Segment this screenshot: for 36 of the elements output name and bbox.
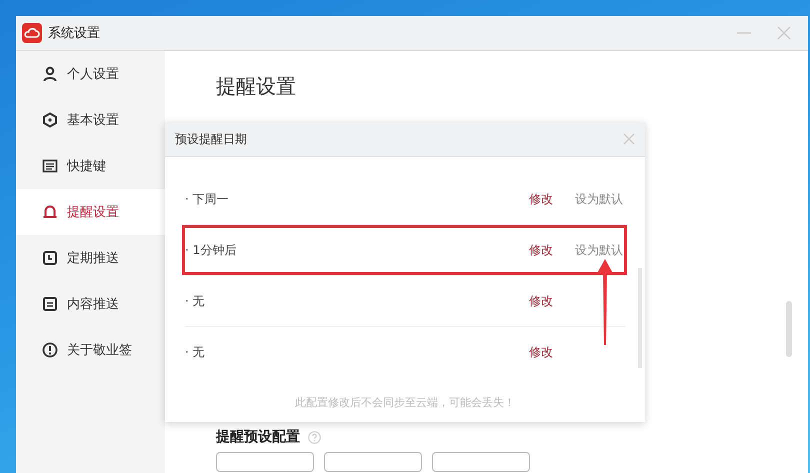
sidebar-item[interactable]: 提醒设置 xyxy=(16,189,165,235)
preset-option[interactable] xyxy=(432,452,530,472)
page-title: 提醒设置 xyxy=(216,73,297,100)
scrollbar[interactable] xyxy=(786,301,792,357)
close-icon[interactable] xyxy=(776,25,792,41)
document-icon xyxy=(42,296,58,312)
section-title: 提醒预设配置 xyxy=(216,428,300,446)
edit-link[interactable]: 修改 xyxy=(529,190,553,208)
set-default-link[interactable]: 设为默认 xyxy=(575,190,625,208)
preset-label: · 1分钟后 xyxy=(185,242,238,258)
hexagon-icon xyxy=(42,112,58,128)
info-icon xyxy=(42,342,58,358)
dialog-title: 预设提醒日期 xyxy=(175,130,247,148)
sidebar-item[interactable]: 定期推送 xyxy=(16,235,165,281)
sidebar-item[interactable]: 关于敬业签 xyxy=(16,327,165,373)
window-title: 系统设置 xyxy=(48,25,101,42)
close-icon[interactable] xyxy=(623,133,635,145)
preset-option[interactable] xyxy=(324,452,422,472)
sidebar-item[interactable]: 快捷键 xyxy=(16,143,165,189)
edit-link[interactable]: 修改 xyxy=(529,344,553,360)
sidebar-item[interactable]: 个人设置 xyxy=(16,51,165,97)
edit-link[interactable]: 修改 xyxy=(529,292,553,310)
footer-note: 此配置修改后不会同步至云端，可能会丢失！ xyxy=(294,395,516,410)
bell-icon xyxy=(42,204,58,220)
help-icon[interactable] xyxy=(308,430,321,444)
preset-option[interactable] xyxy=(216,452,314,472)
sidebar-item[interactable]: 内容推送 xyxy=(16,281,165,327)
set-default-link[interactable]: 设为默认 xyxy=(575,242,625,258)
preset-label: · 无 xyxy=(185,344,206,360)
preset-label: · 无 xyxy=(185,292,206,310)
user-icon xyxy=(42,66,58,82)
app-logo-icon xyxy=(22,23,42,43)
sidebar-item[interactable]: 基本设置 xyxy=(16,97,165,143)
preset-label: · 下周一 xyxy=(185,190,230,208)
edit-link[interactable]: 修改 xyxy=(529,242,553,258)
clock-icon xyxy=(42,250,58,266)
